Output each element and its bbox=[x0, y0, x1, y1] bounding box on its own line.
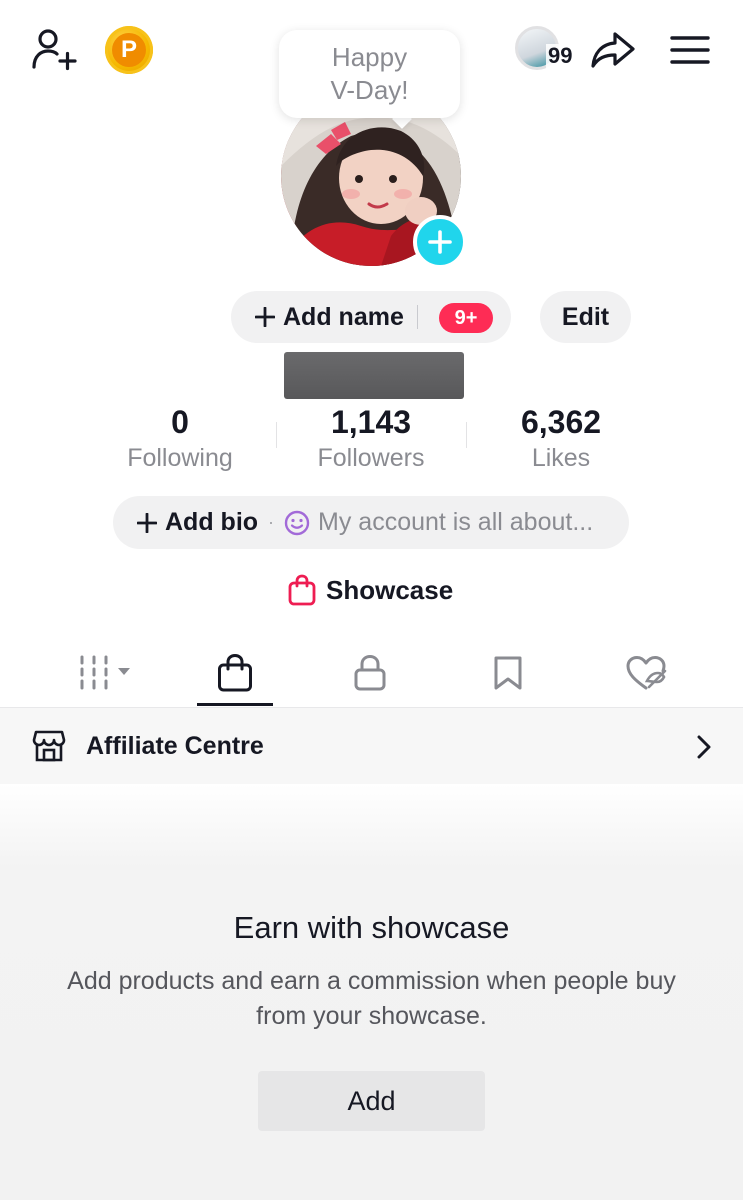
tab-showcase[interactable] bbox=[197, 640, 273, 706]
likes-count: 6,362 bbox=[520, 404, 602, 440]
menu-button[interactable] bbox=[668, 30, 712, 70]
chevron-right-icon bbox=[697, 735, 711, 759]
showcase-empty-state: Earn with showcase Add products and earn… bbox=[0, 784, 743, 1200]
add-bio-label: Add bio bbox=[165, 508, 259, 536]
showcase-label: Showcase bbox=[326, 574, 454, 605]
plus-icon bbox=[137, 512, 157, 533]
notification-badge[interactable]: 9+ bbox=[439, 303, 493, 333]
add-avatar-button[interactable] bbox=[413, 215, 467, 269]
add-user-icon bbox=[32, 29, 77, 71]
coin-icon: P bbox=[112, 33, 146, 67]
followers-count: 1,143 bbox=[330, 404, 412, 440]
story-count-badge: 99 bbox=[546, 43, 575, 68]
plus-icon bbox=[255, 307, 275, 327]
following-stat[interactable]: 0 Following bbox=[85, 402, 275, 474]
lock-icon bbox=[354, 654, 386, 691]
share-profile-button[interactable] bbox=[588, 28, 638, 72]
edit-profile-button[interactable]: Edit bbox=[540, 291, 631, 343]
bubble-line-1: Happy bbox=[331, 42, 408, 72]
store-icon bbox=[32, 730, 66, 762]
empty-state-title: Earn with showcase bbox=[233, 910, 510, 945]
tab-videos[interactable] bbox=[58, 640, 154, 706]
bio-separator: · bbox=[268, 512, 275, 532]
hamburger-menu-icon bbox=[670, 36, 710, 64]
username-redacted bbox=[284, 352, 464, 399]
likes-stat[interactable]: 6,362 Likes bbox=[466, 402, 656, 474]
bio-placeholder: My account is all about... bbox=[318, 508, 594, 536]
followers-stat[interactable]: 1,143 Followers bbox=[276, 402, 466, 474]
bubble-line-2: V-Day! bbox=[330, 75, 409, 105]
shopping-bag-icon bbox=[218, 653, 252, 692]
active-tab-indicator bbox=[197, 703, 273, 706]
divider bbox=[417, 305, 418, 329]
empty-state-description: Add products and earn a commission when … bbox=[67, 967, 676, 1030]
add-friend-button[interactable] bbox=[28, 26, 80, 72]
bookmark-icon bbox=[494, 656, 522, 690]
likes-label: Likes bbox=[531, 444, 591, 472]
tab-saved[interactable] bbox=[468, 640, 548, 706]
following-label: Following bbox=[127, 444, 233, 472]
affiliate-centre-label: Affiliate Centre bbox=[86, 731, 264, 760]
add-name-button[interactable]: Add name 9+ bbox=[231, 291, 511, 343]
affiliate-centre-row[interactable]: Affiliate Centre bbox=[0, 708, 743, 784]
shopping-bag-icon bbox=[288, 574, 316, 606]
status-bubble[interactable]: Happy V-Day! bbox=[279, 30, 460, 118]
add-name-label: Add name bbox=[283, 302, 404, 331]
followers-label: Followers bbox=[317, 444, 425, 472]
add-products-button[interactable]: Add bbox=[258, 1071, 485, 1131]
smiley-icon bbox=[284, 510, 310, 535]
plus-icon bbox=[428, 230, 452, 254]
heart-hidden-icon bbox=[626, 656, 667, 690]
showcase-link[interactable]: Showcase bbox=[288, 574, 453, 606]
add-bio-button[interactable]: Add bio · My account is all about... bbox=[113, 496, 629, 549]
coin-rewards-button[interactable]: P bbox=[105, 26, 153, 74]
following-count: 0 bbox=[171, 404, 189, 440]
grid-icon bbox=[80, 655, 130, 690]
tab-private[interactable] bbox=[330, 640, 410, 706]
share-arrow-icon bbox=[591, 32, 635, 68]
tab-liked[interactable] bbox=[606, 640, 686, 706]
